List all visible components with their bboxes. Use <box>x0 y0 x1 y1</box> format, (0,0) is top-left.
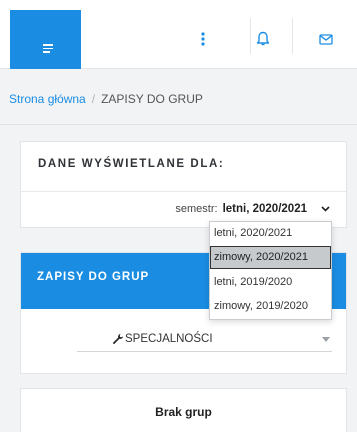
specialization-value: SPECJALNOŚCI <box>125 333 213 345</box>
menu-button[interactable] <box>10 10 81 69</box>
no-groups-card: Brak grup <box>20 388 347 432</box>
bell-icon[interactable] <box>254 30 272 48</box>
semester-label: semestr: <box>175 203 218 215</box>
caret-down-icon <box>322 337 330 342</box>
wrench-icon <box>112 332 124 345</box>
card-divider <box>21 191 346 192</box>
menu-icon <box>43 44 53 53</box>
divider <box>0 124 357 125</box>
display-for-title: DANE WYŚWIETLANE DLA: <box>38 158 225 170</box>
semester-value: letni, 2020/2021 <box>222 203 307 215</box>
topbar-separator <box>292 18 293 54</box>
topbar-separator <box>250 18 251 54</box>
semester-dropdown: letni, 2020/2021 zimowy, 2020/2021 letni… <box>209 221 332 320</box>
breadcrumb-current: ZAPISY DO GRUP <box>101 92 203 106</box>
top-bar <box>0 0 357 69</box>
breadcrumb-separator: / <box>91 92 96 106</box>
display-for-card: DANE WYŚWIETLANE DLA: semestr: letni, 20… <box>20 141 347 228</box>
semester-option[interactable]: zimowy, 2019/2020 <box>210 295 331 318</box>
semester-option[interactable]: letni, 2019/2020 <box>210 271 331 294</box>
semester-select[interactable]: semestr: letni, 2020/2021 <box>175 203 330 215</box>
more-vertical-icon[interactable] <box>194 30 212 48</box>
chevron-down-icon <box>321 206 330 212</box>
semester-option[interactable]: letni, 2020/2021 <box>210 222 331 245</box>
breadcrumb: Strona główna / ZAPISY DO GRUP <box>9 92 203 106</box>
semester-option-highlighted[interactable]: zimowy, 2020/2021 <box>210 246 331 269</box>
group-enrollment-title: ZAPISY DO GRUP <box>37 271 150 283</box>
mail-icon[interactable] <box>317 30 335 48</box>
specialization-select[interactable]: SPECJALNOŚCI <box>77 326 332 352</box>
no-groups-text: Brak grup <box>155 405 212 419</box>
breadcrumb-home-link[interactable]: Strona główna <box>9 92 86 106</box>
